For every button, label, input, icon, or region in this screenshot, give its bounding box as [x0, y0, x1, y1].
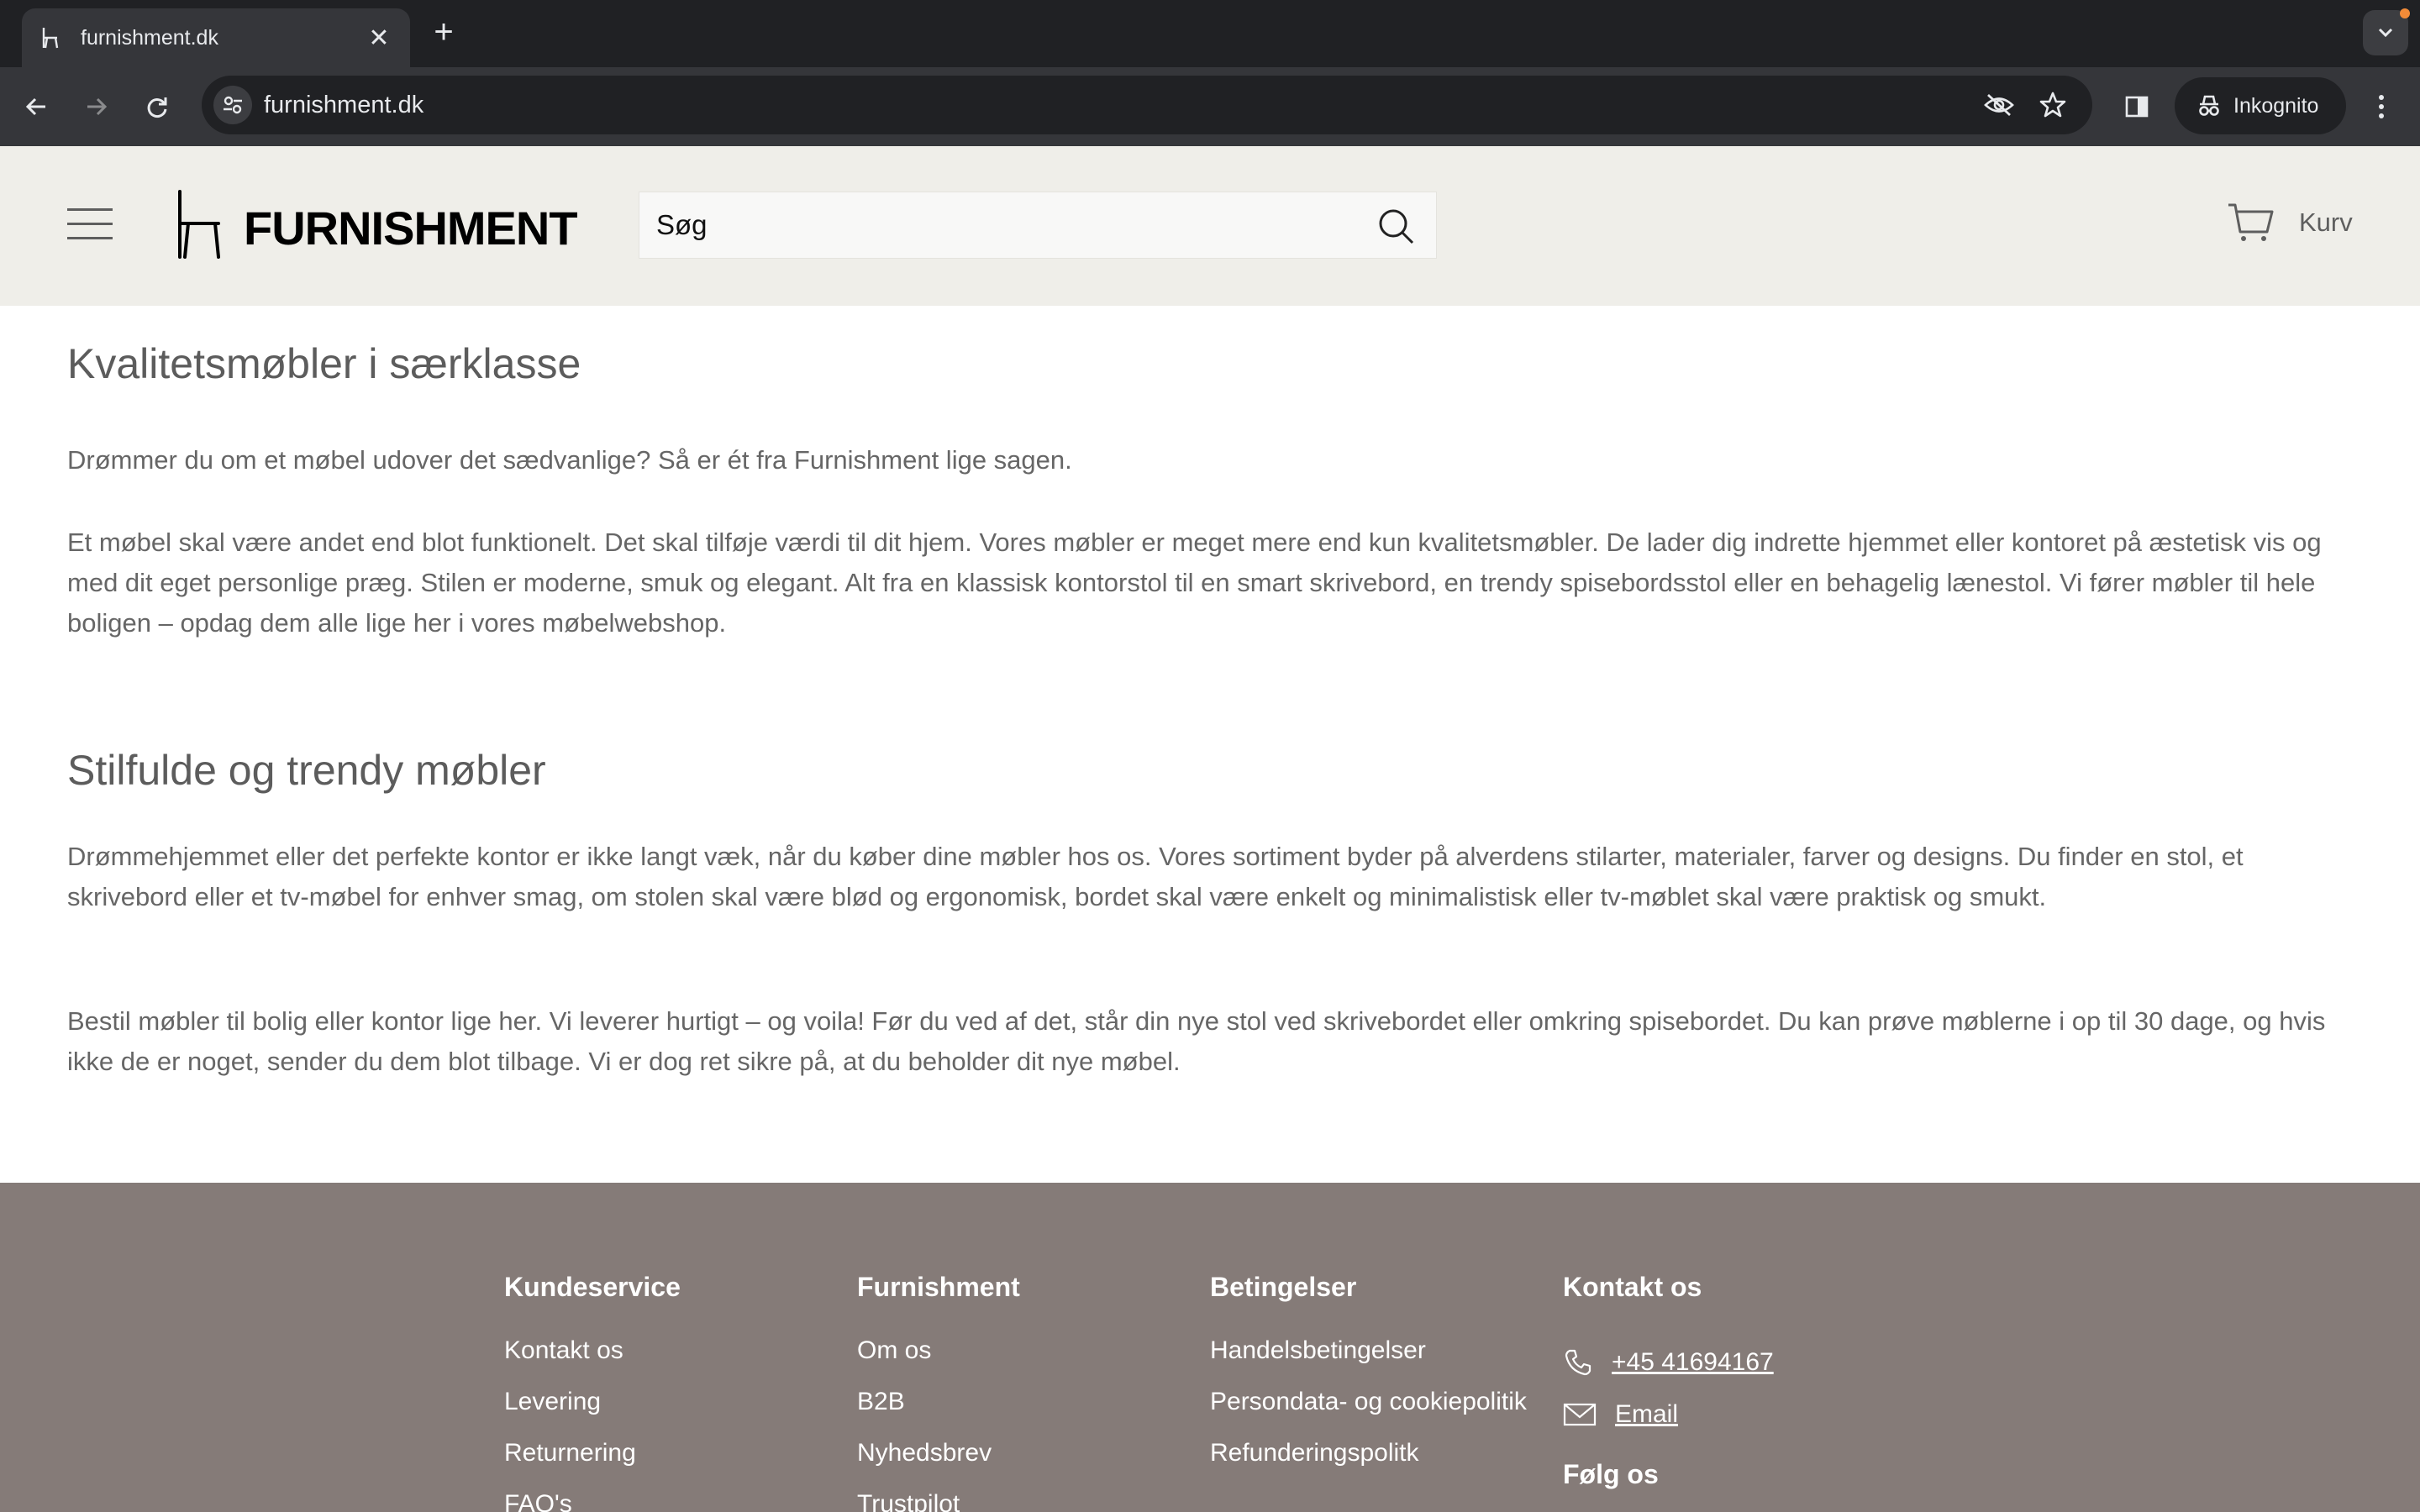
reload-icon — [147, 97, 167, 118]
footer-heading: Kontakt os — [1563, 1272, 1702, 1302]
tracking-protection-button[interactable] — [1981, 87, 2017, 123]
incognito-badge[interactable]: Inkognito — [2175, 77, 2346, 134]
side-panel-icon — [2125, 96, 2149, 118]
address-bar[interactable]: furnishment.dk — [202, 76, 2092, 134]
phone-link[interactable]: +45 41694167 — [1612, 1348, 1774, 1377]
browser-menu-button[interactable] — [2365, 87, 2398, 126]
forward-button[interactable] — [77, 87, 116, 126]
paragraph-dream-home: Drømmehjemmet eller det perfekte kontor … — [67, 842, 2244, 911]
footer-link-contact[interactable]: Kontakt os — [504, 1336, 681, 1388]
url-text: furnishment.dk — [264, 92, 424, 118]
notification-dot — [2400, 8, 2410, 18]
search-icon — [1379, 209, 1414, 244]
bookmark-star-button[interactable] — [2035, 87, 2070, 123]
arrow-left-icon — [25, 97, 45, 116]
mail-icon — [1563, 1403, 1597, 1426]
eye-off-icon — [1984, 93, 2014, 117]
paragraph-order: Bestil møbler til bolig eller kontor lig… — [67, 1006, 2326, 1076]
footer-link-faq[interactable]: FAQ's — [504, 1490, 681, 1512]
footer-link-returns[interactable]: Returnering — [504, 1439, 681, 1490]
browser-tab[interactable]: furnishment.dk ✕ — [22, 8, 410, 67]
footer-column-customer-service: Kundeservice Kontakt os Levering Returne… — [504, 1272, 681, 1512]
search-box — [639, 192, 1437, 259]
footer-link-b2b[interactable]: B2B — [857, 1388, 1020, 1439]
footer-column-terms: Betingelser Handelsbetingelser Persondat… — [1210, 1272, 1527, 1490]
footer-link-terms[interactable]: Handelsbetingelser — [1210, 1336, 1527, 1388]
site-logo[interactable]: FURNISHMENT — [173, 190, 578, 259]
search-button[interactable] — [1376, 206, 1416, 246]
browser-tab-bar: furnishment.dk ✕ + — [0, 0, 2420, 67]
logo-text: FURNISHMENT — [244, 202, 578, 255]
arrow-right-icon — [87, 97, 108, 116]
footer-link-trustpilot[interactable]: Trustpilot — [857, 1490, 1020, 1512]
cart-icon — [2228, 203, 2274, 241]
footer-link-delivery[interactable]: Levering — [504, 1388, 681, 1439]
footer-link-about[interactable]: Om os — [857, 1336, 1020, 1388]
heading-stylish-furniture: Stilfulde og trendy møbler — [67, 747, 546, 794]
cart-label: Kurv — [2299, 207, 2353, 237]
site-footer: Kundeservice Kontakt os Levering Returne… — [0, 1183, 2420, 1512]
email-link[interactable]: Email — [1615, 1400, 1678, 1429]
new-tab-icon[interactable]: + — [427, 15, 460, 49]
more-vertical-icon — [2379, 95, 2384, 118]
site-header: FURNISHMENT Kurv — [0, 146, 2420, 306]
paragraph-functional: Et møbel skal være andet end blot funkti… — [67, 528, 2322, 638]
tune-icon — [224, 96, 242, 114]
footer-heading: Betingelser — [1210, 1272, 1357, 1302]
footer-link-privacy[interactable]: Persondata- og cookiepolitik — [1210, 1388, 1527, 1439]
footer-column-contact: Kontakt os +45 41694167 Email Følg os — [1563, 1272, 1774, 1490]
paragraph-intro: Drømmer du om et møbel udover det sædvan… — [67, 445, 1072, 475]
site-info-button[interactable] — [213, 86, 252, 124]
chair-favicon-icon — [42, 28, 59, 49]
heading-quality-furniture: Kvalitetsmøbler i særklasse — [67, 340, 581, 387]
close-tab-icon[interactable]: ✕ — [365, 24, 393, 53]
chair-logo-icon — [178, 190, 220, 259]
chevron-down-icon — [2378, 28, 2393, 38]
phone-icon — [1565, 1349, 1591, 1376]
cart-link[interactable]: Kurv — [2227, 202, 2353, 244]
side-panel-button[interactable] — [2118, 87, 2156, 126]
contact-phone-row: +45 41694167 — [1563, 1336, 1774, 1389]
star-icon — [2039, 92, 2066, 118]
search-input[interactable] — [656, 192, 1328, 258]
incognito-label: Inkognito — [2233, 93, 2319, 118]
follow-us-heading: Følg os — [1563, 1459, 1659, 1489]
browser-toolbar: furnishment.dk Inkognito — [0, 67, 2420, 146]
incognito-icon — [2199, 95, 2219, 116]
footer-heading: Kundeservice — [504, 1272, 681, 1302]
contact-email-row: Email — [1563, 1389, 1774, 1441]
menu-icon[interactable] — [67, 208, 113, 242]
tab-title: furnishment.dk — [81, 25, 218, 50]
footer-link-newsletter[interactable]: Nyhedsbrev — [857, 1439, 1020, 1490]
footer-link-refund[interactable]: Refunderingspolitk — [1210, 1439, 1527, 1490]
back-button[interactable] — [17, 87, 55, 126]
reload-button[interactable] — [138, 87, 176, 126]
footer-column-furnishment: Furnishment Om os B2B Nyhedsbrev Trustpi… — [857, 1272, 1020, 1512]
footer-heading: Furnishment — [857, 1272, 1020, 1302]
